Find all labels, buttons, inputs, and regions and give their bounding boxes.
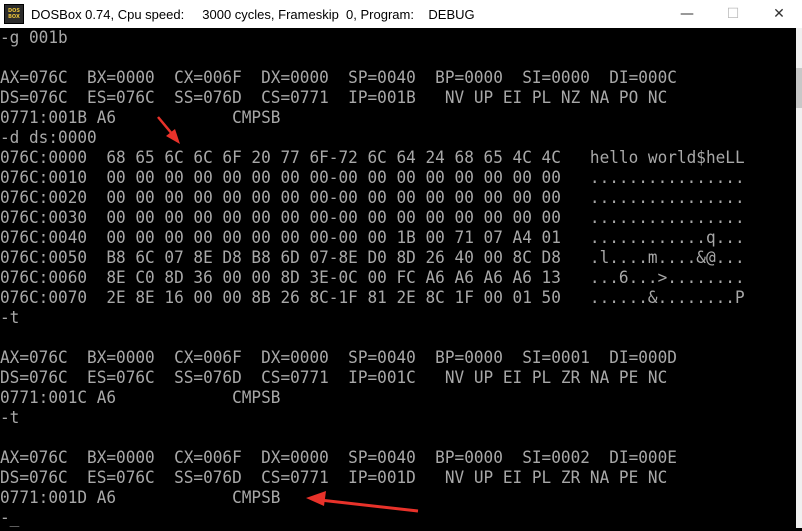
- annotation-arrow-top: [157, 116, 180, 144]
- arrow-shaft: [319, 498, 419, 513]
- annotation-arrows: [157, 116, 419, 513]
- arrow-head: [166, 129, 180, 144]
- arrow-shaft: [157, 116, 174, 136]
- annotation-arrow-bottom: [306, 491, 419, 513]
- arrow-head: [306, 491, 326, 506]
